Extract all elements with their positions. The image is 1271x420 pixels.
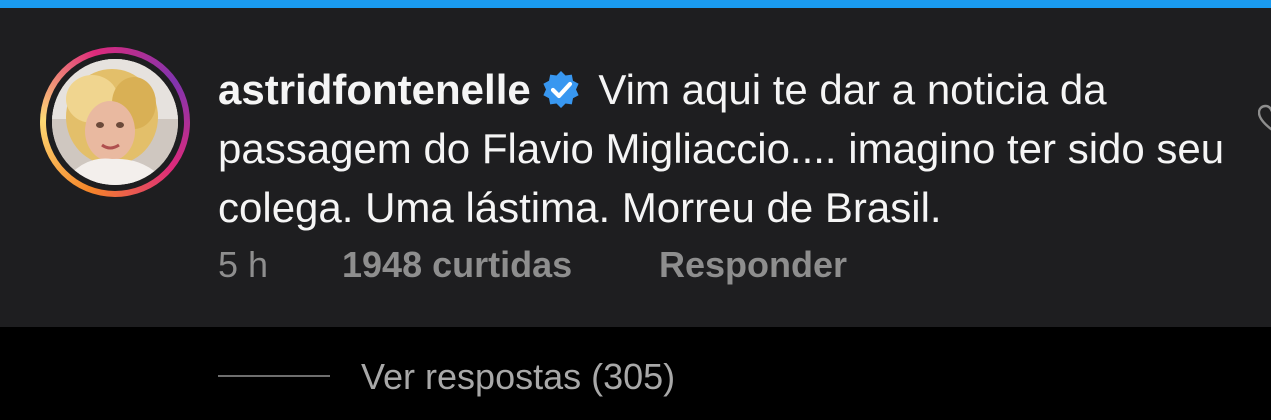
avatar[interactable] <box>52 59 178 185</box>
comment-timestamp: 5 h <box>218 244 269 285</box>
avatar-story-ring[interactable] <box>40 47 190 197</box>
comment-body: astridfontenelle Vim aqui te dar a notic… <box>218 60 1228 237</box>
heart-outline-icon <box>1258 104 1271 131</box>
comment-likes-count[interactable]: 1948 curtidas <box>342 243 572 287</box>
avatar-photo-image <box>52 59 178 185</box>
view-replies-label: Ver respostas (305) <box>361 356 676 397</box>
top-accent-bar <box>0 0 1271 8</box>
comment-card: astridfontenelle Vim aqui te dar a notic… <box>0 8 1271 327</box>
verified-badge-icon <box>543 71 579 108</box>
comment-username[interactable]: astridfontenelle <box>218 66 531 113</box>
replies-divider-line <box>218 375 330 377</box>
comment-screen: astridfontenelle Vim aqui te dar a notic… <box>0 0 1271 420</box>
reply-button[interactable]: Responder <box>659 243 847 287</box>
like-heart-button[interactable] <box>1258 104 1271 132</box>
